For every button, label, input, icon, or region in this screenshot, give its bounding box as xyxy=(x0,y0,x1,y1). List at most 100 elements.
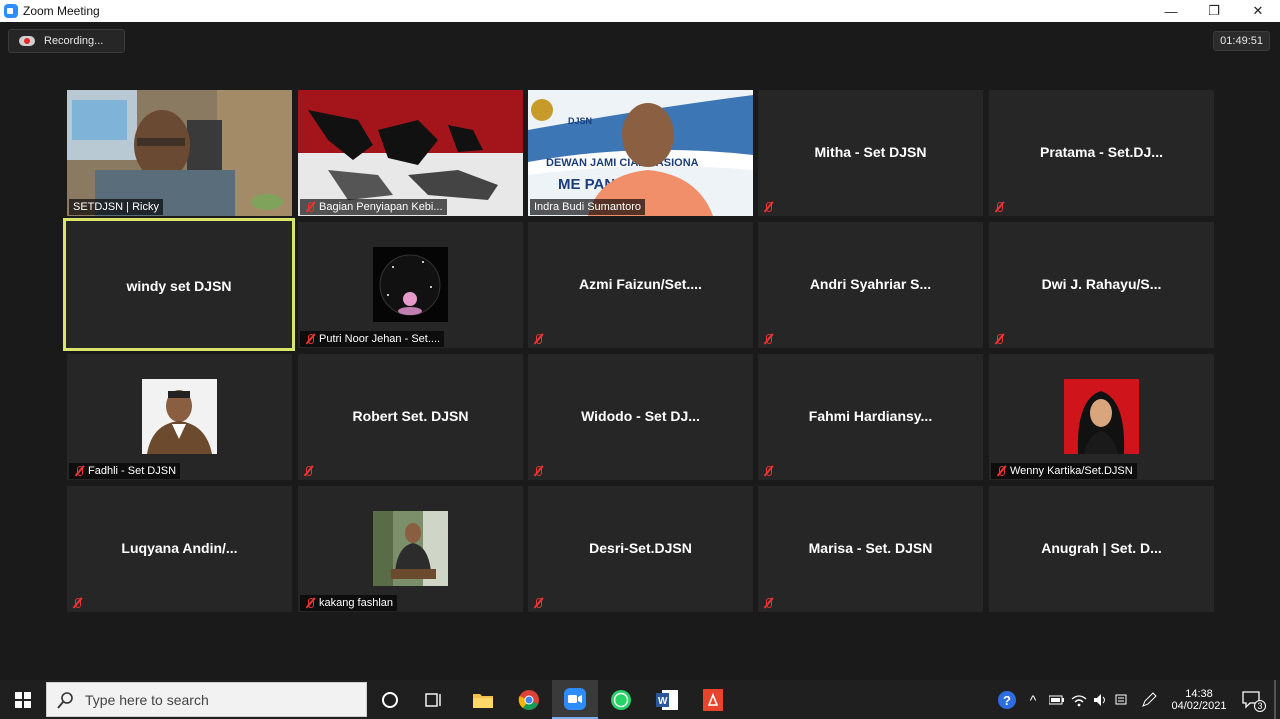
participant-tile[interactable]: Widodo - Set DJ... xyxy=(528,354,753,480)
mic-muted-icon xyxy=(762,597,774,609)
speaker-icon xyxy=(1094,693,1105,706)
battery-icon xyxy=(1049,695,1064,704)
participant-tile-active-speaker[interactable]: windy set DJSN xyxy=(63,218,295,351)
participant-nametag: Putri Noor Jehan - Set.... xyxy=(300,331,445,347)
participant-tile[interactable]: Robert Set. DJSN xyxy=(298,354,523,480)
folder-icon xyxy=(473,693,493,708)
mic-muted-icon xyxy=(532,333,544,345)
whatsapp-icon xyxy=(611,689,631,710)
participant-avatar xyxy=(1064,379,1139,454)
mic-muted-icon xyxy=(993,201,1005,213)
mic-muted-icon xyxy=(73,465,85,477)
participant-avatar xyxy=(142,379,217,454)
participant-name: Robert Set. DJSN xyxy=(352,408,469,424)
task-view-button[interactable] xyxy=(412,680,456,719)
wifi-tray-button[interactable] xyxy=(1068,680,1090,719)
input-tray-button[interactable] xyxy=(1112,680,1134,719)
participant-tile[interactable]: Fahmi Hardiansy... xyxy=(758,354,983,480)
participant-tile[interactable]: Desri-Set.DJSN xyxy=(528,486,753,612)
participant-tile[interactable]: Putri Noor Jehan - Set.... xyxy=(298,222,523,348)
maximize-button[interactable]: ❐ xyxy=(1192,0,1236,22)
svg-text:DEWAN JAMI CIAL NASIONA: DEWAN JAMI CIAL NASIONA xyxy=(546,157,699,169)
participant-tile[interactable]: kakang fashlan xyxy=(298,486,523,612)
file-explorer-button[interactable] xyxy=(460,680,506,719)
participant-tile[interactable]: Anugrah | Set. D... xyxy=(989,486,1214,612)
mic-muted-icon xyxy=(762,201,774,213)
participant-name: Pratama - Set.DJ... xyxy=(1040,144,1163,160)
show-desktop-button[interactable] xyxy=(1274,680,1276,719)
participant-tile[interactable]: DJSN DEWAN JAMI CIAL NASIONA ME PAN Indr… xyxy=(528,90,753,216)
windows-taskbar: Type here to search W ? ^ 14:38 04/02/20… xyxy=(0,680,1280,719)
svg-text:W: W xyxy=(658,696,668,707)
zoom-taskbar-button[interactable] xyxy=(552,680,598,719)
video-feed-flag-map xyxy=(298,90,523,216)
volume-tray-button[interactable] xyxy=(1090,680,1112,719)
notification-badge: 3 xyxy=(1254,700,1266,712)
participant-nametag: Indra Budi Sumantoro xyxy=(530,199,646,215)
battery-tray-button[interactable] xyxy=(1046,680,1068,719)
mic-muted-icon xyxy=(302,465,314,477)
search-icon xyxy=(57,691,73,709)
video-feed-djsn-banner: DJSN DEWAN JAMI CIAL NASIONA ME PAN xyxy=(528,90,753,216)
mic-muted-icon xyxy=(71,597,83,609)
clock-tray[interactable]: 14:38 04/02/2021 xyxy=(1164,680,1234,719)
close-icon: ✕ xyxy=(1252,3,1264,18)
participant-tile[interactable]: Azmi Faizun/Set.... xyxy=(528,222,753,348)
window-title: Zoom Meeting xyxy=(23,4,100,18)
mic-muted-icon xyxy=(304,597,316,609)
participant-tile[interactable]: Bagian Penyiapan Kebi... xyxy=(298,90,523,216)
participant-tile[interactable]: Marisa - Set. DJSN xyxy=(758,486,983,612)
minimize-button[interactable]: — xyxy=(1149,0,1193,22)
video-feed-office xyxy=(67,90,292,216)
participant-tile[interactable]: Fadhli - Set DJSN xyxy=(67,354,292,480)
notification-center-button[interactable]: 3 xyxy=(1236,680,1268,719)
chrome-button[interactable] xyxy=(506,680,552,719)
recording-label: Recording... xyxy=(44,35,104,47)
mic-muted-icon xyxy=(304,201,316,213)
minimize-icon: — xyxy=(1164,3,1178,19)
keyboard-input-icon xyxy=(1115,694,1127,704)
participant-tile[interactable]: Mitha - Set DJSN xyxy=(758,90,983,216)
participant-name: Luqyana Andin/... xyxy=(121,540,238,556)
pen-tray-button[interactable] xyxy=(1138,680,1160,719)
participant-tile[interactable]: Luqyana Andin/... xyxy=(67,486,292,612)
meeting-timer: 01:49:51 xyxy=(1213,31,1270,51)
participant-tile[interactable]: Pratama - Set.DJ... xyxy=(989,90,1214,216)
participant-tile[interactable]: Andri Syahriar S... xyxy=(758,222,983,348)
zoom-icon xyxy=(564,687,586,710)
participant-nametag: Bagian Penyiapan Kebi... xyxy=(300,199,447,215)
wifi-icon xyxy=(1071,694,1087,706)
window-titlebar: Zoom Meeting — ❐ ✕ xyxy=(0,0,1280,22)
participant-name: Mitha - Set DJSN xyxy=(814,144,927,160)
restore-icon: ❐ xyxy=(1208,3,1220,18)
chevron-up-icon: ^ xyxy=(1029,691,1037,708)
cloud-record-icon xyxy=(19,36,35,46)
participant-name: Desri-Set.DJSN xyxy=(589,540,692,556)
help-tray-button[interactable]: ? xyxy=(994,680,1020,719)
participant-nametag: kakang fashlan xyxy=(300,595,397,611)
participant-tile[interactable]: Wenny Kartika/Set.DJSN xyxy=(989,354,1214,480)
cortana-circle-icon xyxy=(382,691,398,708)
pdf-icon xyxy=(703,688,723,711)
mic-muted-icon xyxy=(762,465,774,477)
participant-name: Fahmi Hardiansy... xyxy=(808,408,933,424)
pdf-reader-button[interactable] xyxy=(690,680,736,719)
taskbar-search-box[interactable]: Type here to search xyxy=(46,682,367,717)
whatsapp-button[interactable] xyxy=(598,680,644,719)
participant-nametag: Fadhli - Set DJSN xyxy=(69,463,181,479)
recording-indicator[interactable]: Recording... xyxy=(8,29,125,53)
participant-tile[interactable]: Dwi J. Rahayu/S... xyxy=(989,222,1214,348)
participant-tile[interactable]: SETDJSN | Ricky xyxy=(67,90,292,216)
participant-nametag: Wenny Kartika/Set.DJSN xyxy=(991,463,1137,479)
start-button[interactable] xyxy=(0,680,46,719)
word-button[interactable]: W xyxy=(644,680,690,719)
mic-muted-icon xyxy=(995,465,1007,477)
show-hidden-icons-button[interactable]: ^ xyxy=(1022,680,1044,719)
participant-name: windy set DJSN xyxy=(126,278,232,294)
help-icon: ? xyxy=(998,690,1016,709)
task-view-icon xyxy=(425,692,441,707)
participant-name: Anugrah | Set. D... xyxy=(1041,540,1162,556)
participant-name: Dwi J. Rahayu/S... xyxy=(1041,276,1162,292)
cortana-button[interactable] xyxy=(368,680,412,719)
close-button[interactable]: ✕ xyxy=(1236,0,1280,22)
